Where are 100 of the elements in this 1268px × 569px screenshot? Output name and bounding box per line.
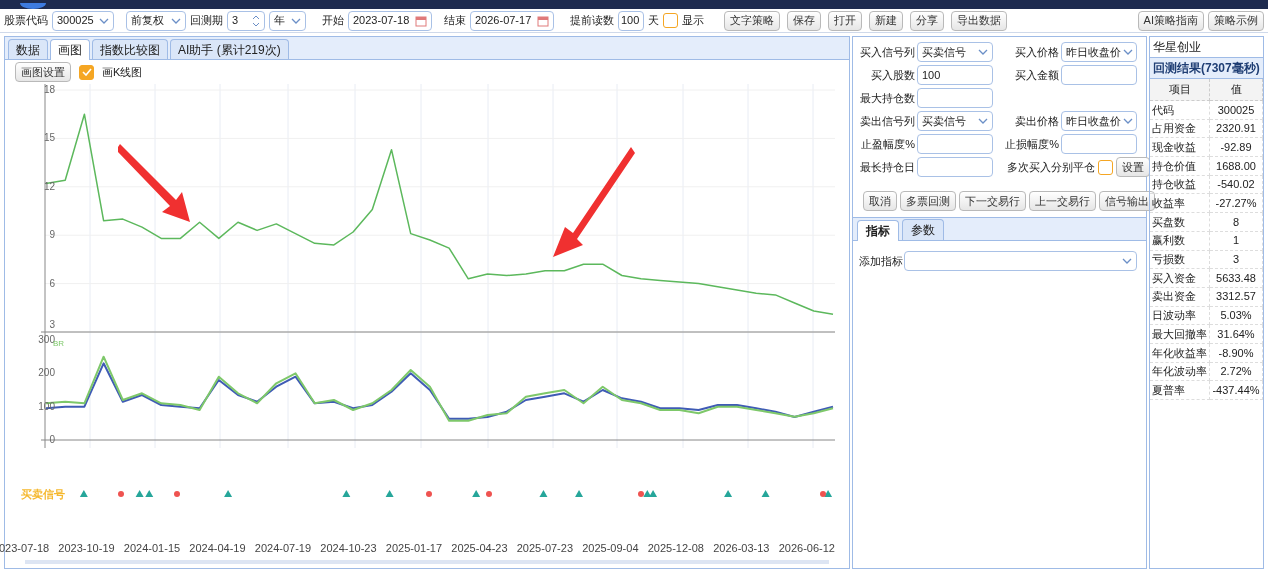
end-date-field[interactable]: 2026-07-17: [470, 10, 554, 31]
axis-date-label: 2024-01-15: [123, 541, 181, 556]
unit-select[interactable]: 年: [269, 10, 306, 31]
spinner-arrows-icon[interactable]: [252, 13, 260, 28]
settings-button[interactable]: 设置: [1116, 157, 1150, 177]
field-label: 最长持仓日: [860, 159, 915, 175]
chevron-down-icon: [171, 17, 181, 24]
input-field[interactable]: [1061, 65, 1137, 85]
toolbar-button[interactable]: 打开: [828, 10, 862, 31]
axis-date-label: 2023-10-19: [58, 541, 115, 556]
tab[interactable]: AI助手 (累计219次): [170, 39, 289, 59]
table-cell: 31.64%: [1210, 325, 1263, 344]
select-field[interactable]: 昨日收盘价: [1061, 42, 1137, 62]
tab[interactable]: 指标: [857, 220, 899, 241]
tab[interactable]: 指数比较图: [92, 39, 168, 59]
chevron-down-icon: [1123, 49, 1133, 55]
table-cell: 日波动率: [1150, 306, 1210, 326]
toolbar-button[interactable]: 策略示例: [1208, 10, 1264, 31]
action-button[interactable]: 多票回测: [900, 191, 956, 211]
toolbar-button[interactable]: AI策略指南: [1137, 10, 1204, 31]
table-cell: 2.72%: [1210, 362, 1263, 382]
table-cell: -92.89: [1210, 138, 1263, 158]
label: 显示: [682, 13, 704, 29]
logo-icon: [20, 3, 46, 9]
checkbox[interactable]: [79, 64, 94, 80]
axis-tick-label: 100: [38, 401, 55, 412]
scrollbar[interactable]: [25, 560, 829, 564]
table-cell: 2320.91: [1210, 119, 1263, 139]
axis-tick-label: 9: [49, 230, 55, 241]
table-cell: -8.90%: [1210, 343, 1263, 363]
table-cell: 代码: [1150, 101, 1210, 120]
axis-tick-label: 0: [49, 435, 55, 445]
axis-date-label: 2025-07-23: [516, 541, 574, 556]
indicator-select[interactable]: [904, 251, 1137, 271]
table-cell: 年化波动率: [1150, 362, 1210, 382]
option-label: 多次买入分别平仓: [1007, 159, 1095, 175]
table-cell: 赢利数: [1150, 231, 1210, 251]
axis-tick-label: 200: [38, 368, 55, 379]
legend-label: BR: [53, 340, 65, 348]
input-field[interactable]: 100: [917, 65, 993, 85]
table-cell: -540.02: [1210, 175, 1263, 195]
table-cell: -437.44%: [1210, 381, 1263, 400]
label: 回测期: [190, 13, 223, 29]
input-field[interactable]: [917, 134, 993, 154]
chevron-down-icon: [978, 118, 988, 124]
axis-date-label: 2024-07-19: [254, 541, 312, 556]
label: 结束: [444, 13, 466, 29]
label: 开始: [322, 13, 344, 29]
checkbox[interactable]: [663, 13, 678, 28]
start-date-field[interactable]: 2023-07-18: [348, 10, 432, 31]
select-field[interactable]: 买卖信号: [917, 42, 993, 62]
chart-settings-button[interactable]: 画图设置: [15, 62, 71, 82]
calendar-icon[interactable]: [537, 14, 549, 27]
axis-date-label: 2025-01-17: [385, 541, 443, 556]
toolbar-button[interactable]: 导出数据: [951, 10, 1007, 31]
table-cell: 5633.48: [1210, 269, 1263, 288]
tab[interactable]: 数据: [8, 39, 48, 59]
table-cell: 5.03%: [1210, 306, 1263, 326]
table-cell: 年化收益率: [1150, 343, 1210, 363]
toolbar-button[interactable]: 保存: [787, 10, 821, 31]
toolbar-button[interactable]: 新建: [869, 10, 903, 31]
checkbox[interactable]: [1098, 159, 1113, 175]
table-cell: 3312.57: [1210, 287, 1263, 307]
action-button[interactable]: 取消: [863, 191, 897, 211]
preload-field[interactable]: 100: [618, 10, 644, 31]
stock-code-select[interactable]: 300025: [52, 10, 114, 31]
tab[interactable]: 参数: [902, 219, 944, 240]
axis-date-label: 023-07-18: [0, 541, 50, 556]
field-label: 止盈幅度%: [861, 136, 915, 152]
table-cell: 最大回撤率: [1150, 325, 1210, 344]
calendar-icon[interactable]: [415, 14, 427, 27]
field-label: 买入金额: [1015, 67, 1059, 83]
tab[interactable]: 画图: [50, 39, 90, 60]
table-cell: 占用资金: [1150, 119, 1210, 139]
axis-tick-label: 6: [49, 278, 55, 289]
table-cell: 买盘数: [1150, 213, 1210, 232]
input-field[interactable]: [917, 88, 993, 108]
label: 股票代码: [4, 13, 48, 29]
adjust-select[interactable]: 前复权: [126, 10, 186, 31]
action-button[interactable]: 上一交易行: [1029, 191, 1096, 211]
stock-name: 华星创业: [1152, 39, 1202, 56]
input-field[interactable]: [1061, 134, 1137, 154]
field-label: 买入股数: [871, 67, 915, 83]
table-cell: 持仓收益: [1150, 175, 1210, 195]
field-label: 买入信号列: [860, 44, 915, 60]
results-title: 回测结果(7307毫秒): [1150, 57, 1263, 79]
signal-label: 买卖信号: [21, 486, 65, 503]
label: 提前读数: [570, 13, 614, 29]
action-button[interactable]: 下一交易行: [959, 191, 1026, 211]
input-field[interactable]: [917, 157, 993, 177]
select-field[interactable]: 买卖信号: [917, 111, 993, 131]
toolbar-button[interactable]: 文字策略: [724, 10, 780, 31]
table-cell: 1: [1210, 231, 1263, 251]
chevron-down-icon: [1123, 118, 1133, 124]
table-cell: 收益率: [1150, 194, 1210, 214]
period-spinner[interactable]: 3: [227, 10, 265, 31]
toolbar-button[interactable]: 分享: [910, 10, 944, 31]
field-label: 止损幅度%: [1005, 136, 1059, 152]
select-field[interactable]: 昨日收盘价: [1061, 111, 1137, 131]
label: 画K线图: [102, 64, 143, 80]
